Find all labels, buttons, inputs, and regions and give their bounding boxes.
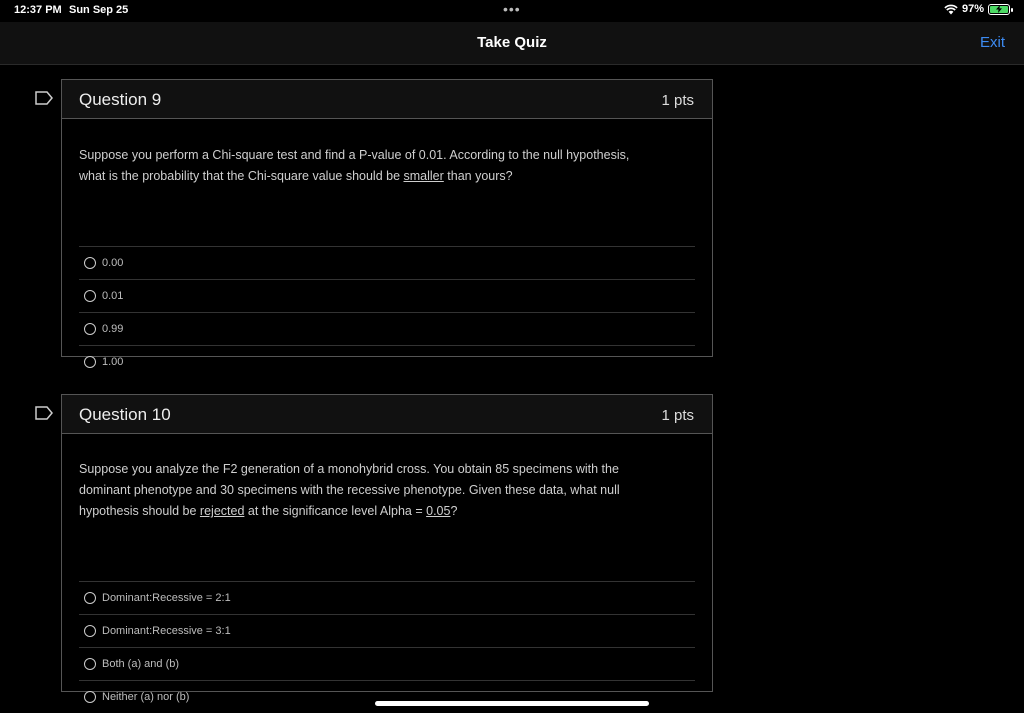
answer-option[interactable]: Neither (a) nor (b): [79, 680, 695, 713]
question-text-line: what is the probability that the Chi-squ…: [79, 169, 404, 183]
question-text-underlined: smaller: [403, 169, 444, 183]
radio-icon[interactable]: [84, 356, 96, 368]
radio-icon[interactable]: [84, 290, 96, 302]
bookmark-icon[interactable]: [35, 91, 53, 105]
question-points: 1 pts: [661, 92, 694, 109]
answer-option[interactable]: Dominant:Recessive = 3:1: [79, 614, 695, 647]
answer-option[interactable]: 0.99: [79, 312, 695, 345]
question-header: Question 9 1 pts: [62, 80, 712, 119]
question-text-line: hypothesis should be: [79, 504, 200, 518]
answer-label: 0.01: [102, 290, 124, 302]
home-indicator[interactable]: [375, 701, 649, 706]
answer-option[interactable]: 0.00: [79, 246, 695, 279]
wifi-icon: [944, 4, 958, 14]
radio-icon[interactable]: [84, 257, 96, 269]
question-header: Question 10 1 pts: [62, 395, 712, 434]
status-bar: 12:37 PM Sun Sep 25 ••• 97%: [0, 0, 1024, 22]
charging-bolt-icon: [996, 5, 1002, 13]
multitasking-dots[interactable]: •••: [503, 1, 521, 17]
radio-icon[interactable]: [84, 691, 96, 703]
radio-icon[interactable]: [84, 625, 96, 637]
answer-option[interactable]: Dominant:Recessive = 2:1: [79, 581, 695, 614]
question-text-line: Suppose you analyze the F2 generation of…: [79, 462, 619, 476]
answer-option[interactable]: Both (a) and (b): [79, 647, 695, 680]
question-text: Suppose you perform a Chi-square test an…: [62, 119, 712, 246]
battery-icon: [988, 3, 1013, 15]
answer-label: 0.00: [102, 257, 124, 269]
answer-option[interactable]: 1.00: [79, 345, 695, 378]
answer-list: Dominant:Recessive = 2:1 Dominant:Recess…: [79, 581, 695, 713]
radio-icon[interactable]: [84, 323, 96, 335]
question-text-line: than yours?: [443, 169, 513, 183]
answer-list: 0.00 0.01 0.99 1.00: [79, 246, 695, 378]
question-card: Question 10 1 pts Suppose you analyze th…: [61, 394, 713, 703]
nav-bar: Take Quiz Exit: [0, 22, 1024, 65]
answer-label: Dominant:Recessive = 2:1: [102, 592, 231, 604]
answer-label: Dominant:Recessive = 3:1: [102, 625, 231, 637]
exit-button[interactable]: Exit: [980, 34, 1005, 51]
battery-percent: 97%: [961, 3, 984, 15]
question-text-underlined: rejected: [199, 504, 245, 518]
bookmark-icon[interactable]: [35, 406, 53, 420]
status-date: Sun Sep 25: [69, 4, 129, 16]
question-card: Question 9 1 pts Suppose you perform a C…: [61, 79, 713, 368]
question-title: Question 10: [79, 405, 171, 424]
answer-label: Neither (a) nor (b): [102, 691, 190, 703]
question-text-line: ?: [450, 504, 458, 518]
answer-label: 1.00: [102, 356, 124, 368]
question-text-line: dominant phenotype and 30 specimens with…: [79, 483, 620, 497]
question-points: 1 pts: [661, 407, 694, 424]
question-text-line: Suppose you perform a Chi-square test an…: [79, 148, 630, 162]
page-title: Take Quiz: [477, 34, 547, 51]
question-title: Question 9: [79, 90, 162, 109]
answer-option[interactable]: 0.01: [79, 279, 695, 312]
question-text-line: at the significance level Alpha =: [244, 504, 427, 518]
status-time: 12:37 PM: [14, 4, 62, 16]
radio-icon[interactable]: [84, 658, 96, 670]
radio-icon[interactable]: [84, 592, 96, 604]
status-right: 97%: [944, 3, 1013, 15]
question-text-underlined: 0.05: [426, 504, 451, 518]
answer-label: Both (a) and (b): [102, 658, 180, 670]
question-text: Suppose you analyze the F2 generation of…: [62, 434, 712, 581]
answer-label: 0.99: [102, 323, 124, 335]
